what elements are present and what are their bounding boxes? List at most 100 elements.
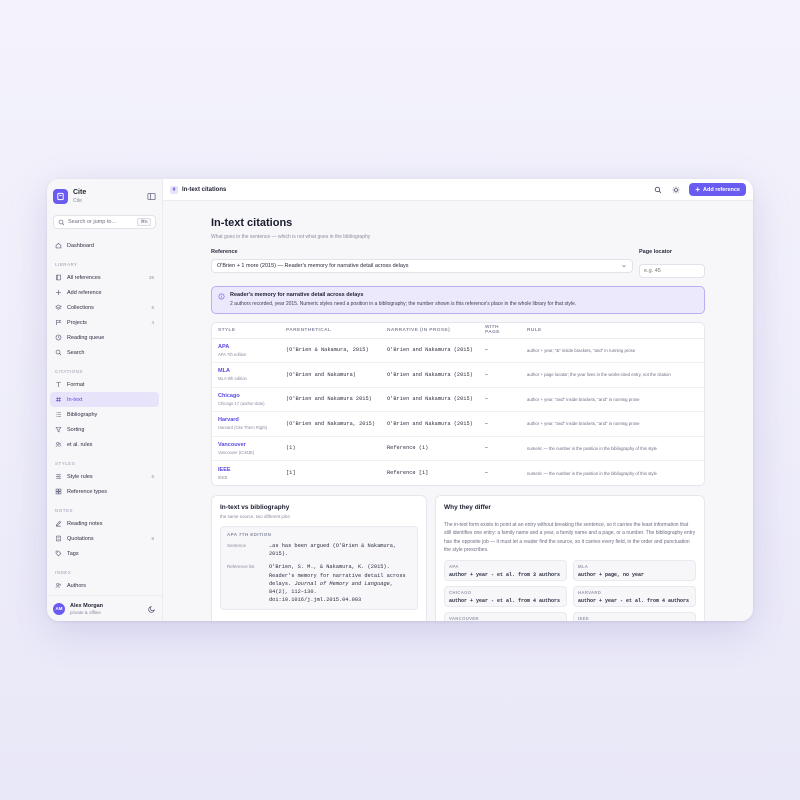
sidebar-item-et-al-rules[interactable]: et al. rules bbox=[50, 437, 159, 452]
sidebar-item-authors[interactable]: Authors bbox=[50, 578, 159, 593]
reference-select[interactable]: O'Brien + 1 more (2015) — Reader's memor… bbox=[211, 259, 633, 273]
rule-summary-value: author + page, no year bbox=[578, 572, 645, 578]
quote-icon bbox=[55, 535, 62, 542]
users-icon bbox=[55, 442, 62, 447]
rule-summary-card: MLA author + page, no year bbox=[573, 560, 696, 581]
avatar[interactable]: AM bbox=[53, 602, 65, 615]
sidebar-item-search[interactable]: Search bbox=[50, 345, 159, 360]
filter-icon bbox=[55, 427, 62, 433]
sidebar-toggle-icon[interactable] bbox=[147, 192, 156, 201]
sidebar-item-collections[interactable]: Collections 5 bbox=[50, 300, 159, 315]
moon-icon[interactable] bbox=[148, 605, 156, 613]
sidebar-item-bibliography[interactable]: Bibliography bbox=[50, 407, 159, 422]
table-row: IEEE IEEE [1] Reference [1] – numeric — t… bbox=[212, 461, 704, 486]
sidebar-item-all-references[interactable]: All references 26 bbox=[50, 270, 159, 285]
sidebar-item-label: et al. rules bbox=[67, 441, 93, 448]
parenthetical-cell: (O'Brien and Nakamura) bbox=[280, 362, 381, 388]
chevron-down-icon bbox=[622, 265, 626, 268]
style-name[interactable]: Vancouver bbox=[218, 442, 274, 448]
with-page-cell: – bbox=[479, 411, 521, 437]
user-name: Alex Morgan bbox=[70, 602, 104, 609]
parenthetical-cell: (O'Brien and Nakamura, 2015) bbox=[280, 411, 381, 437]
search-icon bbox=[655, 186, 662, 193]
add-reference-button[interactable]: + Add reference bbox=[689, 183, 746, 196]
banner-body: 2 authors recorded, year 2015. Numeric s… bbox=[230, 301, 577, 307]
search-button[interactable] bbox=[653, 185, 663, 195]
rule-summary-card: HARVARD author + year - et al. from 4 aut… bbox=[573, 586, 696, 607]
card-title: In-text vs bibliography bbox=[220, 504, 290, 511]
topbar-title: In-text citations bbox=[182, 186, 227, 193]
sidebar-item-reference-types[interactable]: Reference types bbox=[50, 484, 159, 499]
narrative-cell: O'Brien and Nakamura (2015) bbox=[381, 338, 479, 363]
with-page-cell: – bbox=[479, 387, 521, 412]
sidebar-item-format[interactable]: Format bbox=[50, 377, 159, 392]
style-name[interactable]: Chicago bbox=[218, 393, 274, 399]
sidebar-item-sorting[interactable]: Sorting bbox=[50, 422, 159, 437]
rule-cell: author + year; "and" inside brackets, "a… bbox=[521, 411, 704, 437]
users-icon bbox=[55, 583, 61, 588]
with-page-cell: – bbox=[479, 362, 521, 388]
rule-cell: author + year; "and" inside brackets, "a… bbox=[521, 387, 704, 412]
theme-toggle-button[interactable] bbox=[671, 185, 681, 195]
rule-summary-style: APA bbox=[449, 564, 459, 569]
in-text-vs-bibliography-card: In-text vs bibliography the same source,… bbox=[211, 495, 427, 621]
sidebar-item-label: Style rules bbox=[67, 473, 93, 480]
rule-summary-card: IEEE bbox=[573, 612, 696, 621]
rule-summary-card: APA author + year - et al. from 3 authors bbox=[444, 560, 567, 581]
page-subtitle: What goes in the sentence — which is not… bbox=[211, 234, 371, 240]
sidebar-item-label: Quotations bbox=[67, 535, 94, 542]
style-name[interactable]: MLA bbox=[218, 368, 274, 374]
layers-icon bbox=[55, 304, 62, 310]
rule-cell: author + year; "&" inside brackets, "and… bbox=[521, 338, 704, 363]
sidebar-item-add-reference[interactable]: Add reference bbox=[50, 285, 159, 300]
book-icon bbox=[56, 274, 61, 281]
card-subtitle: the same source, two different jobs bbox=[220, 514, 290, 519]
grid-icon bbox=[55, 488, 62, 495]
parenthetical-cell: (1) bbox=[280, 436, 381, 461]
search-icon bbox=[58, 219, 65, 225]
sidebar-item-projects[interactable]: Projects 4 bbox=[50, 315, 159, 330]
sidebar-item-label: Add reference bbox=[67, 289, 102, 296]
rule-summary-style: MLA bbox=[578, 564, 589, 569]
sidebar-item-count: 5 bbox=[151, 305, 154, 310]
brand: Cite Cite bbox=[47, 179, 162, 209]
sidebar-item-tags[interactable]: Tags bbox=[50, 546, 159, 561]
page-title: In-text citations bbox=[211, 217, 293, 229]
sidebar-item-reading-notes[interactable]: Reading notes bbox=[50, 516, 159, 531]
plus-icon bbox=[56, 290, 61, 295]
rule-summary-card: CHICAGO author + year - et al. from 4 aut… bbox=[444, 586, 567, 607]
sidebar-item-label: In-text bbox=[67, 396, 83, 403]
sentence-label: Sentence bbox=[227, 543, 247, 548]
app-subtitle: Cite bbox=[73, 197, 82, 204]
style-name[interactable]: Harvard bbox=[218, 417, 274, 423]
search-input[interactable]: Search or jump to... ⌘K bbox=[53, 215, 156, 229]
sentence-example: …as has been argued (O'Brien & Nakamura,… bbox=[269, 543, 397, 558]
rule-cell: author + page locator; the year lives in… bbox=[521, 362, 704, 388]
sidebar-item-reading-queue[interactable]: Reading queue bbox=[50, 330, 159, 345]
sidebar-item-dashboard[interactable]: Dashboard bbox=[50, 238, 159, 253]
content: In-text citations What goes in the sente… bbox=[163, 201, 753, 621]
sidebar-item-in-text[interactable]: In-text bbox=[50, 392, 159, 407]
reference-select-value: O'Brien + 1 more (2015) — Reader's memor… bbox=[217, 263, 409, 269]
user-status: private & offline bbox=[70, 609, 101, 615]
rule-cell: numeric — the number is the position in … bbox=[521, 436, 704, 461]
table-row: Harvard Harvard (Cite Them Right) (O'Brie… bbox=[212, 411, 704, 437]
app-name: Cite bbox=[73, 188, 87, 196]
home-icon bbox=[55, 242, 62, 249]
page-locator-input[interactable] bbox=[639, 264, 705, 278]
rule-summary-card: VANCOUVER bbox=[444, 612, 567, 621]
sidebar-item-label: Tags bbox=[67, 550, 79, 557]
sidebar-item-count: 26 bbox=[148, 275, 154, 280]
sidebar-item-label: Collections bbox=[67, 304, 94, 311]
sidebar-item-count: 4 bbox=[151, 320, 154, 325]
section-label-citations: CITATIONS bbox=[55, 369, 83, 374]
table-header-row: STYLE PARENTHETICAL NARRATIVE (IN PROSE)… bbox=[212, 323, 704, 339]
style-name[interactable]: APA bbox=[218, 344, 274, 350]
sidebar-item-quotations[interactable]: Quotations 8 bbox=[50, 531, 159, 546]
page-locator-label: Page locator bbox=[639, 249, 673, 255]
style-name[interactable]: IEEE bbox=[218, 467, 274, 473]
sidebar-item-label: Search bbox=[67, 349, 85, 356]
style-edition: Vancouver (ICMJE) bbox=[218, 449, 255, 455]
why-body: The in-text form exists to point at an e… bbox=[444, 522, 696, 553]
sidebar-item-style-rules[interactable]: Style rules 6 bbox=[50, 469, 159, 484]
